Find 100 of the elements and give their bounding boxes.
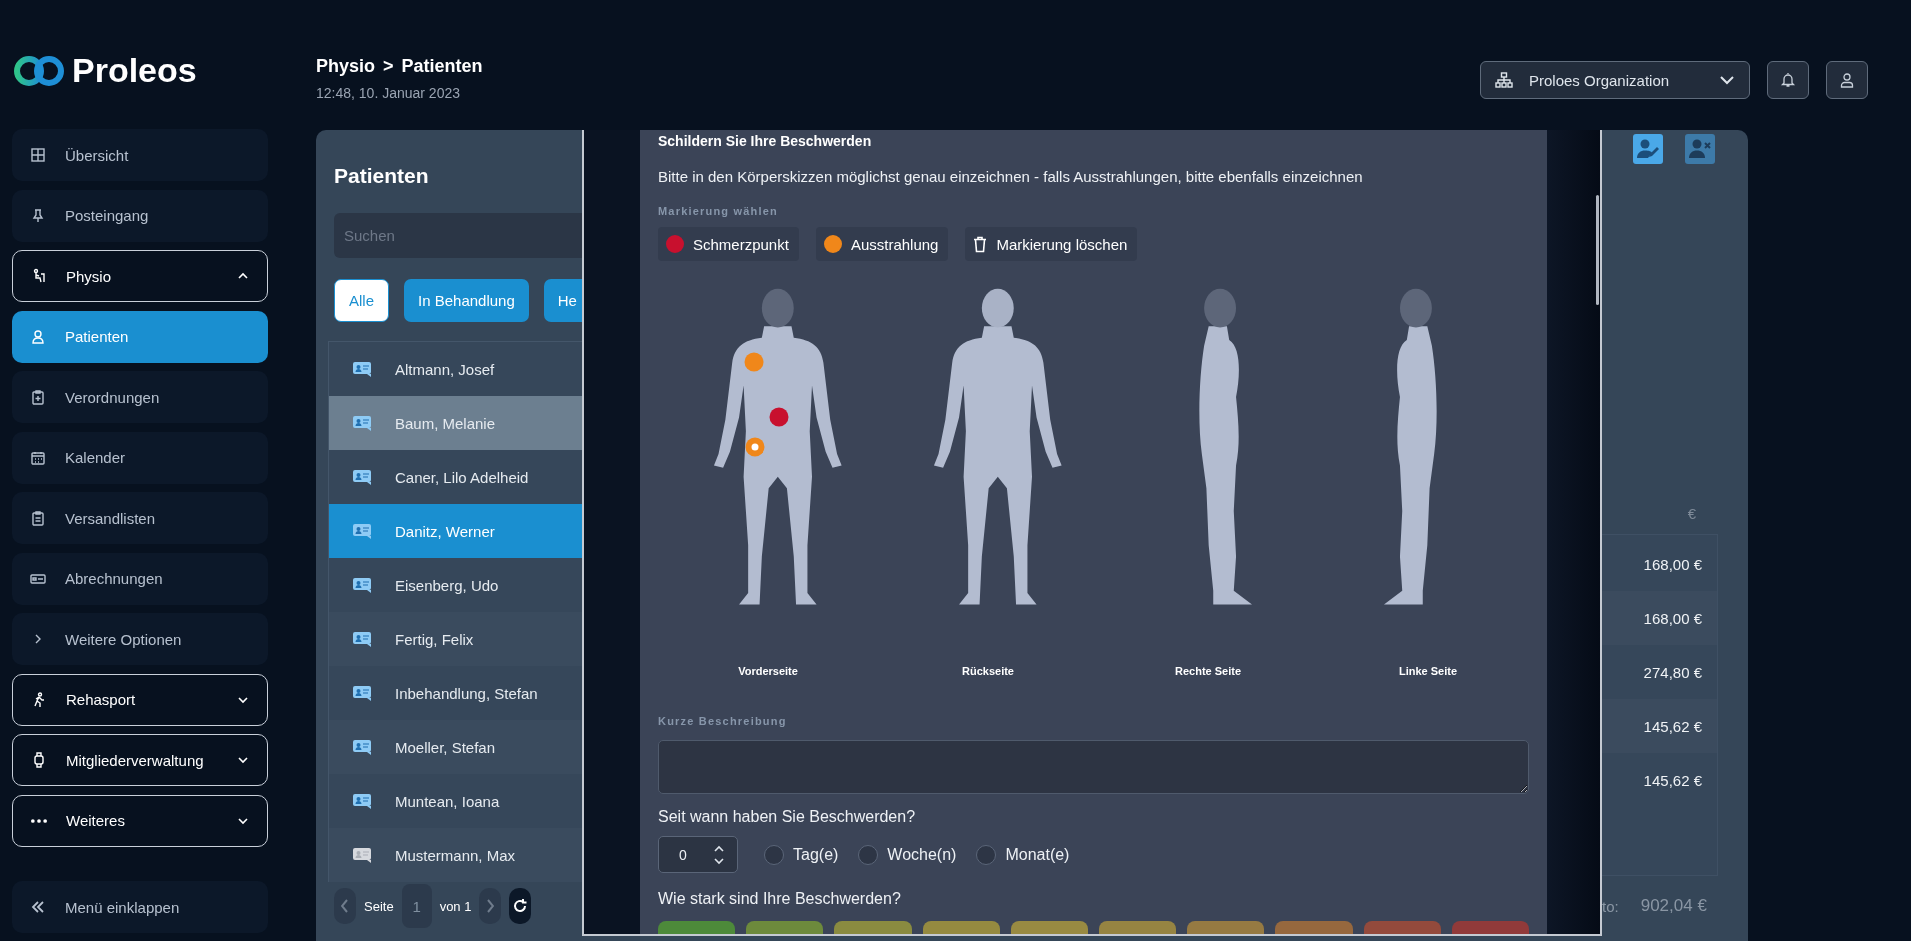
filter-tab[interactable]: Alle [334,279,389,322]
chevron-left-icon [341,899,349,913]
radiation-marker[interactable] [745,437,765,457]
clipboard-icon [30,510,46,526]
radiation-marker[interactable] [744,352,764,372]
trash-icon [973,235,988,253]
organization-dropdown[interactable]: Proloes Organization [1480,61,1750,99]
patient-row[interactable]: Moeller, Stefan [329,720,582,774]
view-label: Rückseite [962,664,1014,678]
human-figure-drawing[interactable] [1384,288,1437,605]
person-at-bar-icon [31,268,47,284]
page-count: von 1 [439,898,472,914]
pain-point-marker[interactable] [769,407,789,427]
marker-option-button[interactable]: Ausstrahlung [815,227,949,261]
radio-option[interactable]: Woche(n) [858,844,957,865]
refresh-button[interactable] [509,888,532,924]
table-cell-text: 168,00 € [1642,554,1703,575]
table-cell-text: 145,62 € [1642,770,1703,791]
collapse-menu-button[interactable]: Menü einklappen [12,881,268,933]
nav-item[interactable]: Versandlisten [12,492,268,544]
radio-button[interactable] [858,844,879,865]
filter-tab[interactable]: He [543,279,582,322]
nav-group[interactable]: Weiteres [12,794,268,847]
walking-icon [31,691,47,708]
grid-icon [30,147,46,163]
double-chevron-left-icon [30,899,46,915]
nav-group[interactable]: Physio [12,250,268,302]
question-text: Wie stark sind Ihre Beschwerden? [658,889,902,909]
table-cell: 168,00 € [1602,591,1717,645]
breadcrumb-item[interactable]: Physio [316,55,376,77]
user-pencil-icon [1636,138,1660,160]
remove-user-button[interactable] [1685,134,1715,164]
nav-item[interactable]: Kalender [12,431,268,484]
nav-item[interactable]: Patienten [12,310,268,363]
patient-row[interactable]: Danitz, Werner [329,504,582,558]
timestamp: 12:48, 10. Januar 2023 [316,85,461,101]
user-badge-icon [30,328,46,345]
patient-row[interactable]: Fertig, Felix [329,612,582,666]
chevron-right-icon [486,899,495,913]
bell-icon [1780,72,1796,88]
org-chart-icon [1495,72,1513,88]
user-button[interactable] [1826,61,1868,99]
human-figure-drawing[interactable] [1199,288,1252,605]
page-number-field[interactable]: 1 [401,884,432,928]
field-label: Markierung wählen [658,204,780,218]
next-page-button[interactable] [479,888,502,924]
total-amount: 902,04 € [1640,896,1707,916]
pushpin-icon [30,207,46,224]
chevron-down-icon [237,754,249,766]
patient-row[interactable]: Mustermann, Max [329,828,582,882]
table-cell-text: 274,80 € [1642,662,1703,683]
watch-icon [31,752,47,768]
human-figure-drawing[interactable] [933,288,1062,605]
field-label: Kurze Beschreibung [658,714,788,728]
clear-markers-button[interactable]: Markierung löschen [965,227,1138,261]
radio-button[interactable] [764,844,784,865]
radio-button[interactable] [976,844,997,865]
human-figure-drawing[interactable] [713,288,842,605]
radio-option[interactable]: Tag(e) [764,844,839,865]
clipboard-plus-icon [30,389,46,405]
form-title: Schildern Sie Ihre Beschwerden [658,132,873,150]
edit-user-button[interactable] [1633,134,1663,164]
view-label: Rechte Seite [1175,664,1241,678]
chevron-down-icon [1719,75,1735,85]
breadcrumb-item[interactable]: Patienten [401,55,483,77]
user-x-icon [1688,138,1712,160]
view-label: Linke Seite [1398,664,1458,678]
question-text: Seit wann haben Sie Beschwerden? [658,807,917,827]
logo-text: Proleos [72,53,197,87]
notifications-button[interactable] [1767,61,1809,99]
filter-tab[interactable]: In Behandlung [404,279,529,322]
search-field[interactable]: Suchen [334,213,582,258]
radio-option[interactable]: Monat(e) [976,844,1070,865]
nav-item[interactable]: Posteingang [12,189,268,242]
nav-group[interactable]: Rehasport [12,673,268,726]
breadcrumb-separator: > [383,55,394,77]
more-icon [31,818,47,823]
logo-icon [12,55,66,87]
calendar-icon [30,449,46,466]
scrollbar-thumb[interactable] [1596,195,1599,305]
nav-item[interactable]: Verordnungen [12,371,268,423]
nav-item[interactable]: Weitere Optionen [12,613,268,665]
patient-row[interactable]: Baum, Melanie [329,396,582,450]
marker-option-button[interactable]: Schmerzpunkt [658,227,799,261]
number-field[interactable]: 0 [658,836,738,873]
description-field[interactable] [658,740,1529,794]
nav-item[interactable]: Abrechnungen [12,552,268,605]
nav-group[interactable]: Mitgliederverwaltung [12,734,268,786]
view-label: Vorderseite [738,664,798,678]
instruction-text: Bitte in den Körperskizzen möglichst genau einzeichnen - falls Ausstrahlungen, bitte ebenfalls einzeichnen [658,167,1364,187]
refresh-icon [512,898,529,914]
spinner-icon [713,843,725,866]
panel-title: Patienten [334,163,430,189]
nav-item[interactable]: Übersicht [12,129,268,181]
user-icon [1839,72,1855,88]
page-label: Seite [364,898,394,914]
previous-page-button[interactable] [334,888,356,924]
table-cell: 145,62 € [1602,699,1717,753]
column-header: € [1686,504,1697,524]
total-label: to: [1602,897,1619,915]
